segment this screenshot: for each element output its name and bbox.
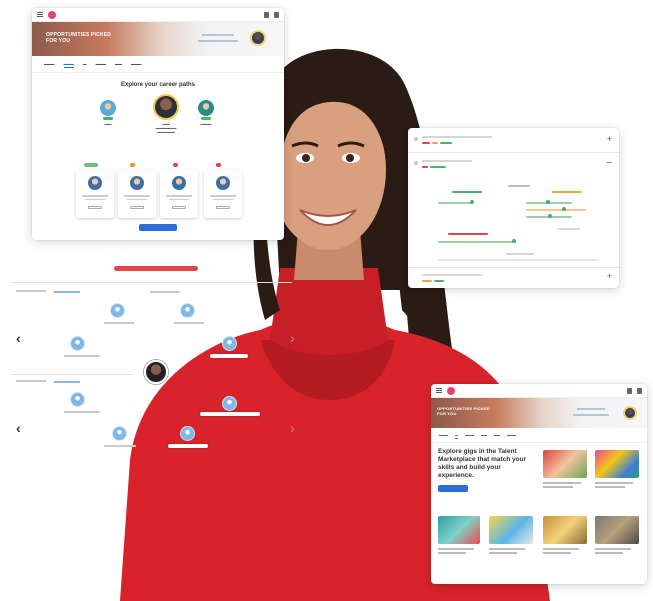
chevron-left-icon[interactable]: ‹ [16,330,21,346]
current-role-node[interactable]: ▬▬ ▬▬▬▬▬▬ ▬▬▬▬▬ [144,94,188,134]
nav-tabs: ▬▬▬ ▬ ▬▬▬ ▬▬ ▬▬ ▬▬▬ [431,428,647,443]
tab[interactable]: ▬ [83,62,87,68]
connection-avatar[interactable] [110,303,125,318]
career-paths-heading: Explore your career paths [120,82,196,88]
notification-icon[interactable] [264,11,269,18]
opportunities-banner: OPPORTUNITIES PICKED FOR YOU [431,398,647,428]
connection-avatar[interactable] [70,336,85,351]
tab[interactable]: ​▬▬▬ [44,62,55,68]
nav-tabs: ​▬▬▬ ▬▬▬ ▬ ▬▬▬ ▬▬ ▬▬▬ [32,56,284,73]
role-card[interactable] [160,170,198,218]
role-card[interactable] [76,170,114,218]
tab[interactable]: ▬▬▬ [131,62,142,68]
banner-title: OPPORTUNITIES PICKED FOR YOU [437,406,490,416]
connection-avatar[interactable] [70,392,85,407]
logo-icon [48,10,56,19]
focus-avatar[interactable] [144,360,168,384]
notification-icon[interactable] [627,387,632,394]
hamburger-icon[interactable] [37,12,43,17]
timeline-row-expanded[interactable]: – [408,153,619,268]
connection-avatar[interactable] [180,426,195,441]
chevron-left-icon[interactable]: ‹ [16,420,21,436]
gig-thumbnail[interactable] [595,516,639,544]
tab[interactable]: ▬▬ [115,62,122,68]
see-all-gigs-button[interactable] [438,485,468,492]
tab[interactable]: ▬▬▬ [507,433,516,439]
chevron-right-icon[interactable]: › [290,420,295,436]
progress-bar [114,266,198,271]
role-card[interactable] [118,170,156,218]
tab[interactable]: ▬▬▬ [96,62,107,68]
role-card[interactable] [204,170,242,218]
tab-active[interactable]: ▬ [455,433,458,439]
tab[interactable]: ▬▬▬ [439,433,448,439]
profile-icon[interactable] [637,387,642,394]
timeline-row[interactable]: + [408,268,619,288]
avatar[interactable] [623,406,637,420]
gig-thumbnail[interactable] [489,516,533,544]
connection-avatar[interactable] [222,396,237,411]
gigs-description: Explore gigs in the Talent Marketplace t… [438,448,527,479]
gigs-card: OPPORTUNITIES PICKED FOR YOU ▬▬▬ ▬ ▬▬▬ ▬… [431,384,647,584]
path-node[interactable]: ▬▬ [100,100,116,126]
explore-button[interactable] [139,224,177,231]
tab[interactable]: ▬▬ [481,433,487,439]
plus-icon[interactable]: + [607,271,612,281]
hamburger-icon[interactable] [436,388,442,393]
opportunities-banner: OPPORTUNITIES PICKED FOR YOU [32,22,284,56]
app-topbar [32,8,284,22]
banner-title: OPPORTUNITIES PICKED FOR YOU [46,32,112,44]
plus-icon[interactable]: + [607,134,612,144]
timeline-row[interactable]: + [408,128,619,153]
path-node[interactable]: ▬▬▬ [198,100,214,126]
timeline-card: + – + [408,128,619,288]
connection-avatar[interactable] [180,303,195,318]
minus-icon[interactable]: – [606,157,612,168]
tab[interactable]: ▬▬▬ [465,433,474,439]
app-topbar [431,384,647,398]
connection-avatar[interactable] [112,426,127,441]
avatar[interactable] [250,30,266,46]
gig-thumbnail[interactable] [438,516,480,544]
chevron-right-icon[interactable]: › [290,330,295,346]
tab[interactable]: ▬▬ [494,433,500,439]
tab-active[interactable]: ▬▬▬ [63,62,74,68]
gig-thumbnail[interactable] [595,450,639,478]
profile-icon[interactable] [274,11,279,18]
logo-icon [447,386,455,395]
connection-avatar[interactable] [222,336,237,351]
gig-thumbnail[interactable] [543,450,587,478]
gig-thumbnail[interactable] [543,516,587,544]
career-paths-card: OPPORTUNITIES PICKED FOR YOU ​▬▬▬ ▬▬▬ ▬ … [32,8,284,240]
